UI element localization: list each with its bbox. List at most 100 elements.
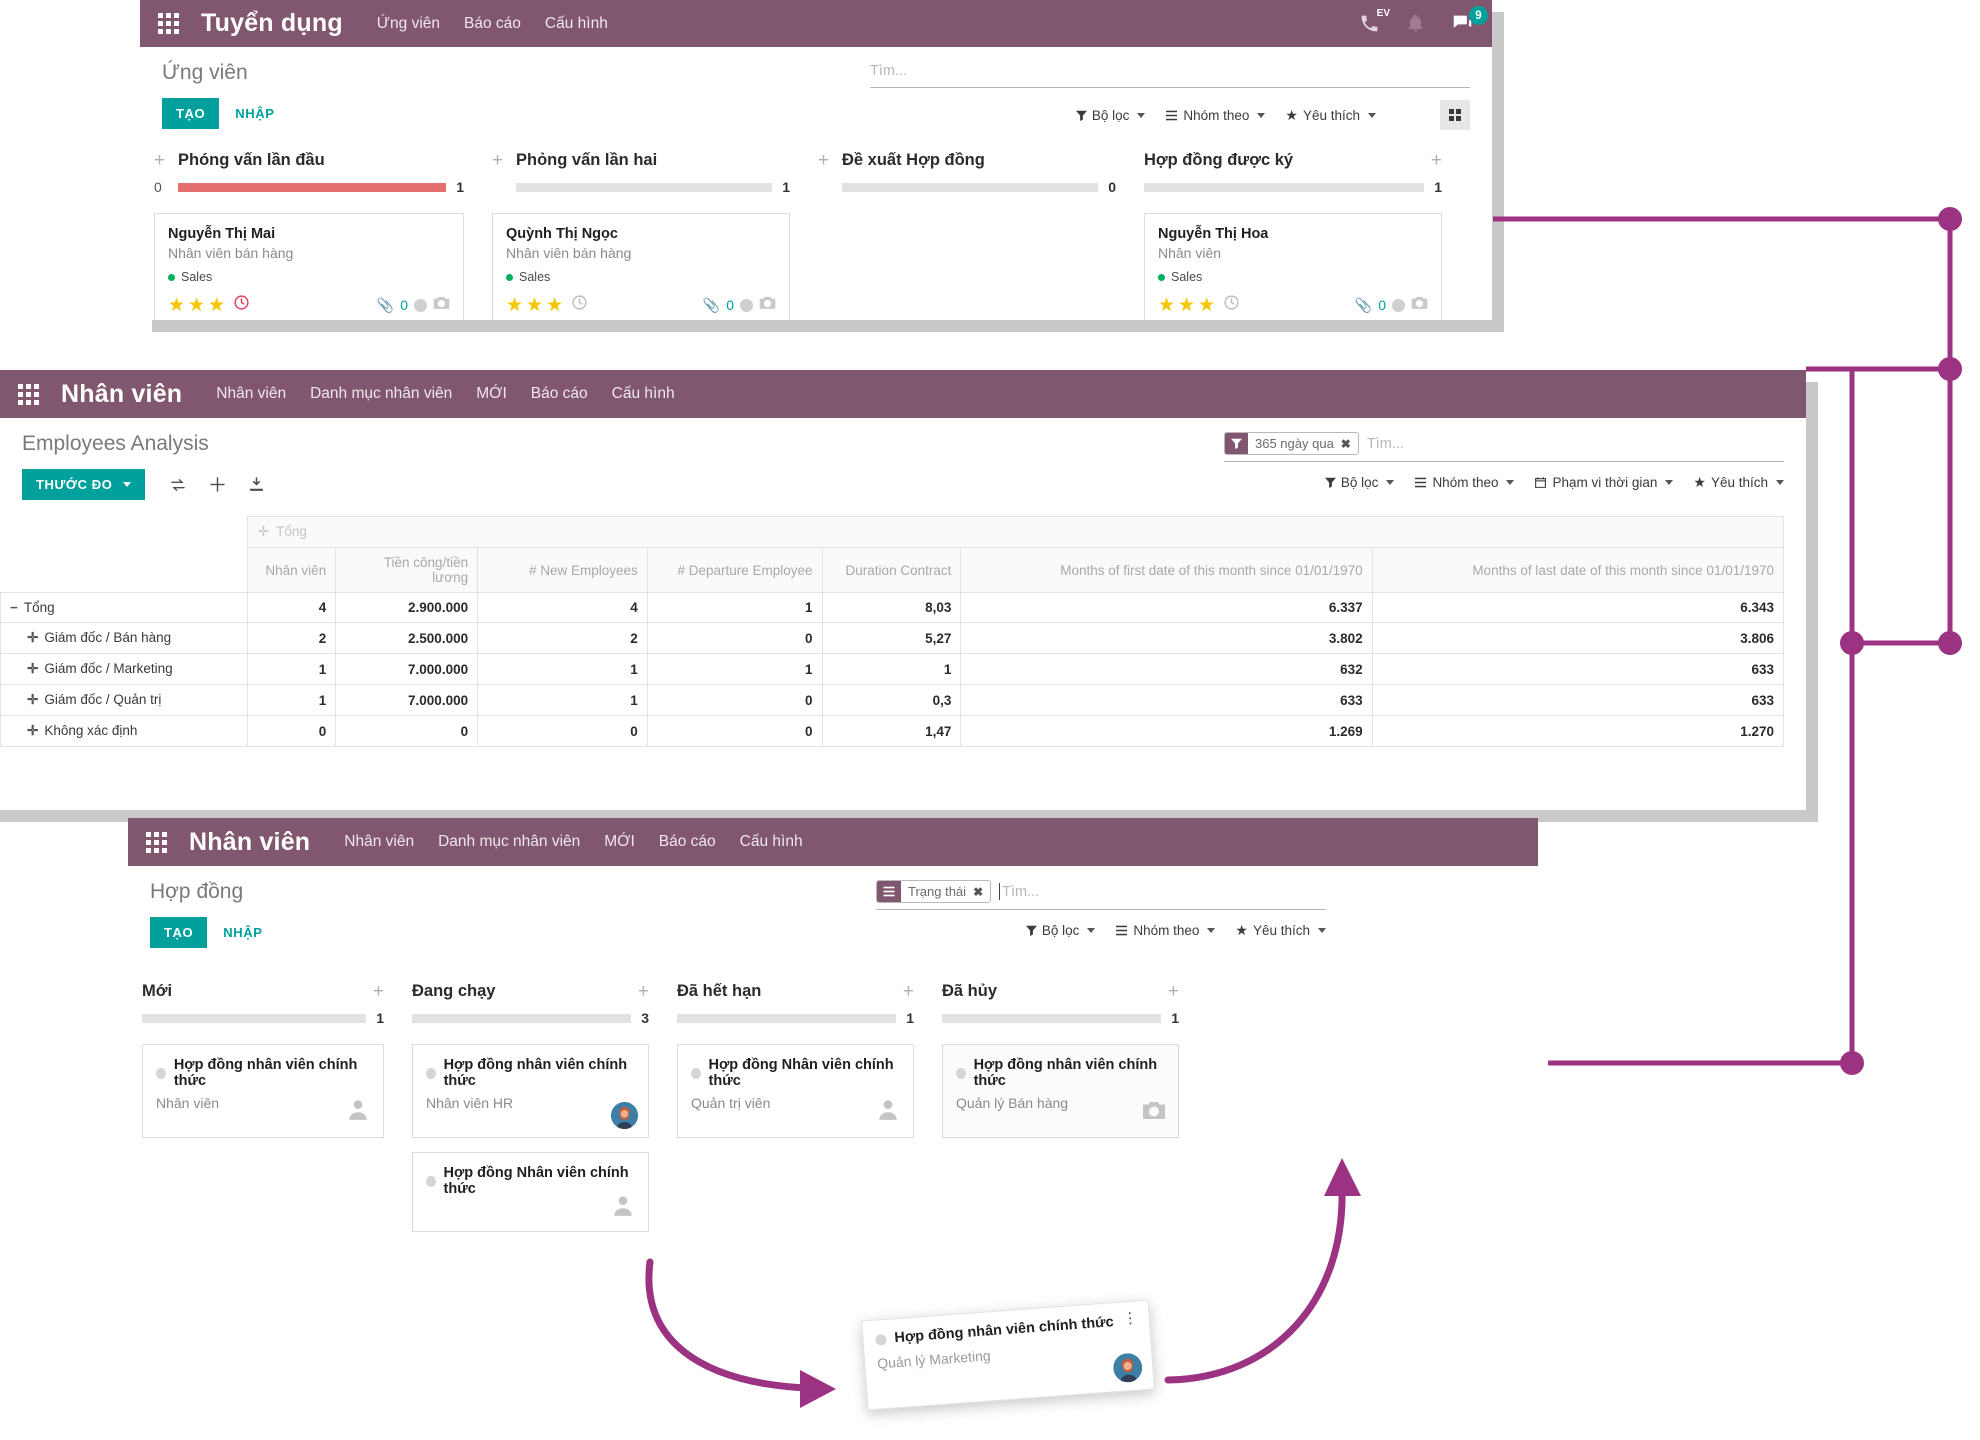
groupby-dropdown[interactable]: Nhóm theo bbox=[1414, 475, 1514, 490]
add-card-plus-icon[interactable]: + bbox=[492, 151, 516, 170]
kanban-card[interactable]: Hợp đồng nhân viên chính thức Quản lý Bá… bbox=[942, 1044, 1179, 1138]
camera-icon[interactable] bbox=[1142, 1100, 1166, 1125]
pivot-col-new[interactable]: # New Employees bbox=[478, 548, 648, 593]
nav-link-new[interactable]: MỚI bbox=[476, 385, 507, 403]
nav-link-reports[interactable]: Báo cáo bbox=[659, 833, 716, 851]
table-row[interactable]: ✛Giám đốc / Quản trị 1 7.000.000 1 0 0,3… bbox=[1, 685, 1784, 716]
priority-stars[interactable]: ★ ★ ★ bbox=[168, 294, 250, 316]
kanban-bar[interactable] bbox=[412, 1014, 631, 1023]
status-dot-icon[interactable] bbox=[875, 1334, 887, 1346]
add-card-plus-icon[interactable]: + bbox=[360, 982, 384, 1001]
kanban-bar[interactable] bbox=[842, 183, 1098, 192]
kanban-bar[interactable] bbox=[142, 1014, 366, 1023]
pivot-col-employees[interactable]: Nhân viên bbox=[247, 548, 335, 593]
search-input[interactable]: Tìm... bbox=[870, 63, 1470, 79]
search-input[interactable]: Tìm... bbox=[1002, 884, 1326, 900]
pivot-row-header[interactable]: −Tổng bbox=[1, 593, 248, 623]
kanban-card[interactable]: Quỳnh Thị Ngọc Nhân viên bán hàng Sales … bbox=[492, 213, 790, 320]
add-card-plus-icon[interactable]: + bbox=[154, 151, 178, 170]
table-row[interactable]: ✛Giám đốc / Marketing 1 7.000.000 1 1 1 … bbox=[1, 654, 1784, 685]
pivot-row-header[interactable]: ✛Giám đốc / Quản trị bbox=[1, 685, 248, 716]
nav-link-directory[interactable]: Danh mục nhân viên bbox=[438, 833, 580, 851]
star-icon[interactable]: ★ bbox=[188, 296, 205, 315]
import-button[interactable]: NHẬP bbox=[229, 98, 280, 129]
clock-icon[interactable] bbox=[1223, 294, 1240, 316]
expand-icon[interactable]: ✛ bbox=[27, 630, 38, 645]
pivot-row-header[interactable]: ✛Giám đốc / Bán hàng bbox=[1, 623, 248, 654]
priority-stars[interactable]: ★ ★ ★ bbox=[1158, 294, 1240, 316]
nav-link-employees[interactable]: Nhân viên bbox=[216, 385, 286, 403]
kebab-menu-icon[interactable]: ⋮ bbox=[1122, 1312, 1137, 1325]
create-button[interactable]: TẠO bbox=[162, 98, 219, 129]
favorites-dropdown[interactable]: ★ Yêu thích bbox=[1693, 474, 1784, 491]
table-row[interactable]: ✛Không xác định 0 0 0 0 1,47 1.269 1.270 bbox=[1, 716, 1784, 747]
status-dot-icon[interactable] bbox=[956, 1068, 966, 1079]
groupby-dropdown[interactable]: Nhóm theo bbox=[1115, 923, 1215, 938]
star-icon[interactable]: ★ bbox=[526, 296, 543, 315]
nav-link-reports[interactable]: Báo cáo bbox=[464, 15, 521, 33]
create-button[interactable]: TẠO bbox=[150, 917, 207, 948]
kanban-card[interactable]: Hợp đồng nhân viên chính thức Nhân viên bbox=[142, 1044, 384, 1138]
favorites-dropdown[interactable]: ★ Yêu thích bbox=[1285, 107, 1376, 124]
bell-icon[interactable] bbox=[1406, 13, 1425, 34]
clock-icon[interactable] bbox=[571, 294, 588, 316]
pivot-total-group-header[interactable]: ✛Tổng bbox=[247, 517, 1783, 548]
star-icon[interactable]: ★ bbox=[1158, 296, 1175, 315]
kanban-color-dot[interactable] bbox=[740, 299, 753, 312]
nav-link-candidates[interactable]: Ứng viên bbox=[377, 15, 440, 33]
apps-grid-icon[interactable] bbox=[146, 832, 167, 853]
kanban-view-icon[interactable] bbox=[1440, 100, 1470, 130]
expand-all-icon[interactable] bbox=[203, 472, 232, 497]
search-input[interactable]: Tìm... bbox=[1367, 436, 1784, 452]
facet-remove-icon[interactable]: ✖ bbox=[1341, 437, 1351, 451]
nav-link-new[interactable]: MỚI bbox=[604, 833, 635, 851]
clock-icon[interactable] bbox=[233, 294, 250, 316]
apps-grid-icon[interactable] bbox=[158, 13, 179, 34]
status-dot-icon[interactable] bbox=[691, 1068, 701, 1079]
kanban-color-dot[interactable] bbox=[414, 299, 427, 312]
search-facet-status[interactable]: Trạng thái ✖ bbox=[876, 880, 991, 903]
pivot-col-duration[interactable]: Duration Contract bbox=[822, 548, 961, 593]
star-icon[interactable]: ★ bbox=[1178, 296, 1195, 315]
expand-icon[interactable]: ✛ bbox=[27, 723, 38, 738]
filter-dropdown[interactable]: Bộ lọc bbox=[1076, 108, 1146, 123]
kanban-card[interactable]: Hợp đồng Nhân viên chính thức bbox=[412, 1152, 649, 1232]
star-icon[interactable]: ★ bbox=[1198, 296, 1215, 315]
pivot-col-wage[interactable]: Tiền công/tiền lương bbox=[336, 548, 478, 593]
priority-stars[interactable]: ★ ★ ★ bbox=[506, 294, 588, 316]
expand-icon[interactable]: ✛ bbox=[258, 524, 269, 539]
collapse-icon[interactable]: − bbox=[10, 600, 18, 615]
filter-dropdown[interactable]: Bộ lọc bbox=[1325, 475, 1395, 490]
nav-link-reports[interactable]: Báo cáo bbox=[531, 385, 588, 403]
pivot-col-months-last[interactable]: Months of last date of this month since … bbox=[1372, 548, 1783, 593]
add-card-plus-icon[interactable]: + bbox=[1418, 151, 1442, 170]
table-row[interactable]: ✛Giám đốc / Bán hàng 2 2.500.000 2 0 5,2… bbox=[1, 623, 1784, 654]
filter-dropdown[interactable]: Bộ lọc bbox=[1026, 923, 1096, 938]
flip-axis-icon[interactable] bbox=[163, 473, 193, 497]
groupby-dropdown[interactable]: Nhóm theo bbox=[1165, 108, 1265, 123]
import-button[interactable]: NHẬP bbox=[217, 917, 268, 948]
pivot-row-header[interactable]: ✛Giám đốc / Marketing bbox=[1, 654, 248, 685]
kanban-card[interactable]: Nguyễn Thị Hoa Nhân viên Sales ★ ★ ★ bbox=[1144, 213, 1442, 320]
add-card-plus-icon[interactable]: + bbox=[818, 151, 842, 170]
nav-link-config[interactable]: Cấu hình bbox=[612, 385, 675, 403]
expand-icon[interactable]: ✛ bbox=[27, 661, 38, 676]
kanban-card[interactable]: Hợp đồng nhân viên chính thức Nhân viên … bbox=[412, 1044, 649, 1138]
apps-grid-icon[interactable] bbox=[18, 384, 39, 405]
avatar[interactable] bbox=[1112, 1352, 1143, 1383]
pivot-col-departure[interactable]: # Departure Employee bbox=[647, 548, 822, 593]
kanban-bar[interactable] bbox=[942, 1014, 1161, 1023]
star-icon[interactable]: ★ bbox=[208, 296, 225, 315]
pivot-col-months-first[interactable]: Months of first date of this month since… bbox=[961, 548, 1372, 593]
favorites-dropdown[interactable]: ★ Yêu thích bbox=[1235, 922, 1326, 939]
timerange-dropdown[interactable]: Phạm vi thời gian bbox=[1534, 475, 1673, 490]
nav-link-config[interactable]: Cấu hình bbox=[740, 833, 803, 851]
table-row[interactable]: −Tổng 4 2.900.000 4 1 8,03 6.337 6.343 bbox=[1, 593, 1784, 623]
pivot-row-header[interactable]: ✛Không xác định bbox=[1, 716, 248, 747]
download-xlsx-icon[interactable] bbox=[242, 472, 271, 497]
status-dot-icon[interactable] bbox=[156, 1068, 166, 1079]
status-dot-icon[interactable] bbox=[426, 1068, 436, 1079]
star-icon[interactable]: ★ bbox=[168, 296, 185, 315]
star-icon[interactable]: ★ bbox=[546, 296, 563, 315]
nav-link-directory[interactable]: Danh mục nhân viên bbox=[310, 385, 452, 403]
